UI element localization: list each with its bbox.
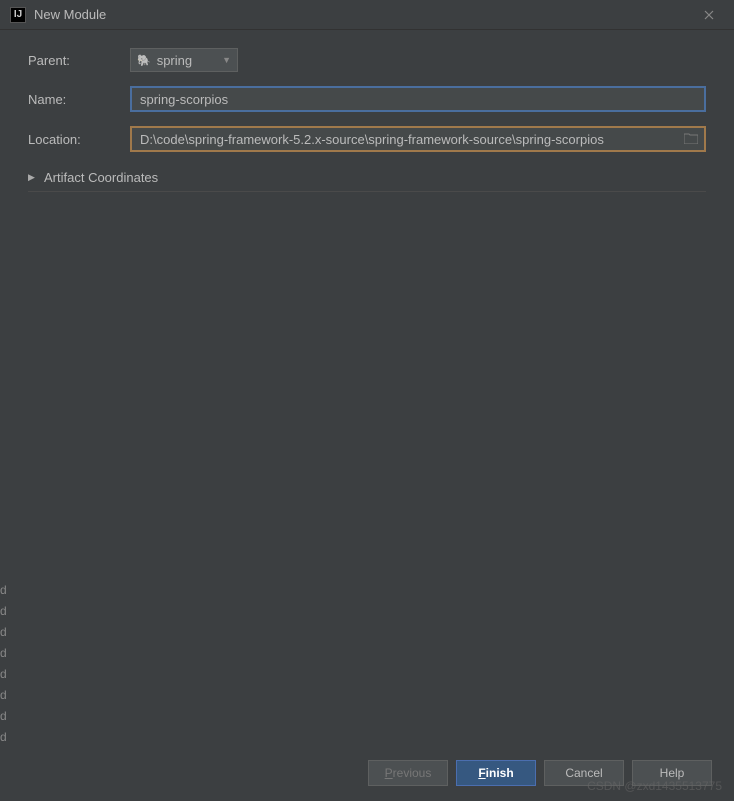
artifact-label: Artifact Coordinates <box>44 170 158 185</box>
help-button[interactable]: Help <box>632 760 712 786</box>
label-name: Name: <box>28 92 130 107</box>
background-strip: dddddddd <box>0 580 5 780</box>
artifact-coordinates-toggle[interactable]: ▶ Artifact Coordinates <box>28 166 706 189</box>
button-bar: Previous Finish Cancel Help <box>368 760 712 786</box>
chevron-right-icon: ▶ <box>28 172 38 183</box>
divider <box>28 191 706 192</box>
form-area: Parent: 🐘 spring ▼ Name: Location: D:\co… <box>0 30 734 202</box>
row-name: Name: <box>28 86 706 112</box>
row-location: Location: D:\code\spring-framework-5.2.x… <box>28 126 706 152</box>
finish-button[interactable]: Finish <box>456 760 536 786</box>
parent-dropdown[interactable]: 🐘 spring ▼ <box>130 48 238 72</box>
chevron-down-icon: ▼ <box>222 55 231 65</box>
location-input[interactable]: D:\code\spring-framework-5.2.x-source\sp… <box>130 126 706 152</box>
titlebar: IJ New Module <box>0 0 734 30</box>
location-value: D:\code\spring-framework-5.2.x-source\sp… <box>140 132 684 147</box>
folder-icon[interactable] <box>684 132 698 147</box>
cancel-button[interactable]: Cancel <box>544 760 624 786</box>
close-icon[interactable] <box>694 5 724 25</box>
previous-button[interactable]: Previous <box>368 760 448 786</box>
gradle-icon: 🐘 <box>137 54 151 67</box>
window-title: New Module <box>34 7 694 22</box>
label-location: Location: <box>28 132 130 147</box>
row-parent: Parent: 🐘 spring ▼ <box>28 48 706 72</box>
app-icon: IJ <box>10 7 26 23</box>
label-parent: Parent: <box>28 53 130 68</box>
name-input[interactable] <box>130 86 706 112</box>
parent-value: spring <box>157 53 222 68</box>
